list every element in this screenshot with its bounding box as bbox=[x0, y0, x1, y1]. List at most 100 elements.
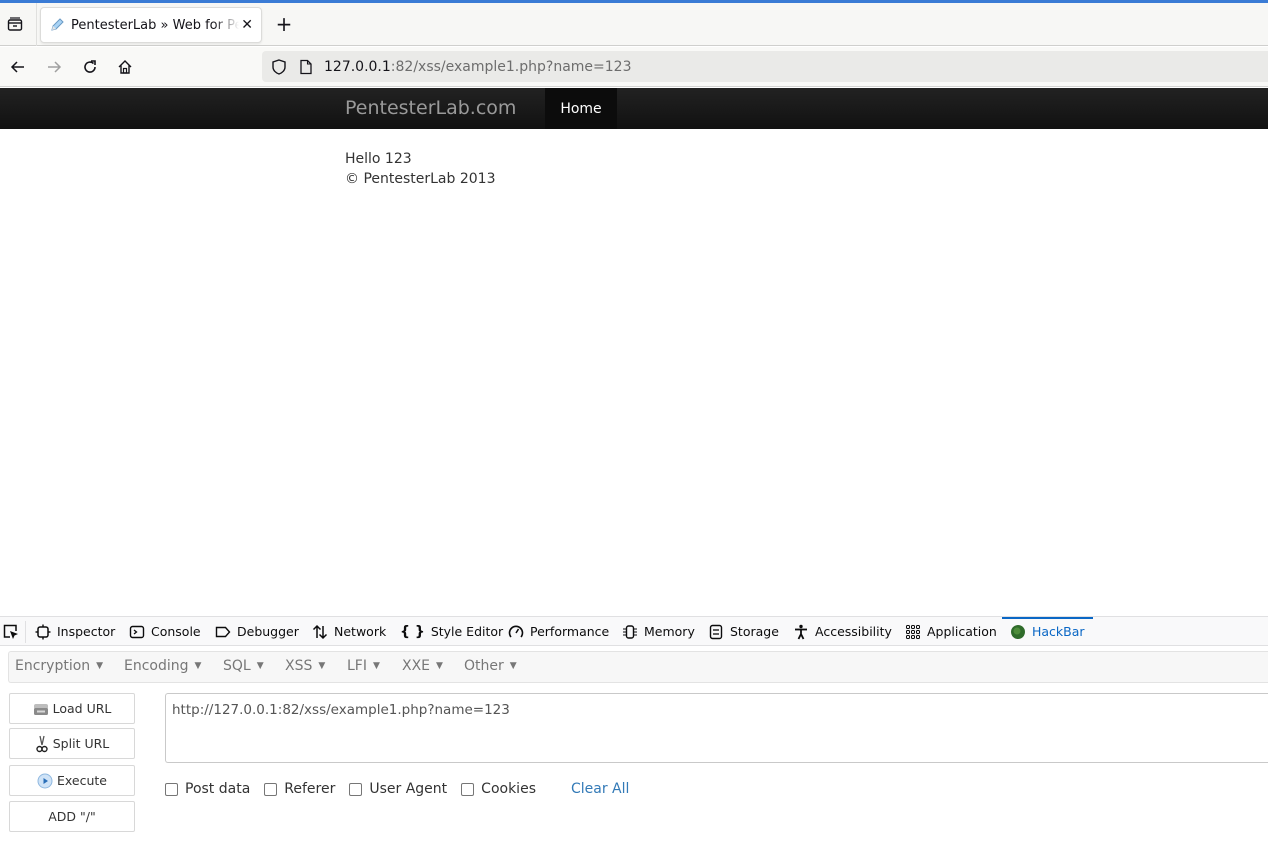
add-slash-button[interactable]: ADD "/" bbox=[9, 801, 135, 832]
cookies-checkbox[interactable]: Cookies bbox=[461, 781, 536, 797]
menu-encryption[interactable]: Encryption ▼ bbox=[15, 658, 103, 674]
element-picker-icon[interactable] bbox=[2, 623, 20, 641]
split-url-button[interactable]: Split URL bbox=[9, 728, 135, 759]
menu-lfi[interactable]: LFI ▼ bbox=[347, 658, 380, 674]
tab-inspector[interactable]: Inspector bbox=[35, 617, 115, 646]
close-icon[interactable]: ✕ bbox=[241, 17, 253, 33]
pencil-icon bbox=[51, 18, 64, 31]
menu-xss[interactable]: XSS ▼ bbox=[285, 658, 325, 674]
tab-debugger[interactable]: Debugger bbox=[215, 617, 299, 646]
user-agent-checkbox[interactable]: User Agent bbox=[349, 781, 447, 797]
button-label: Load URL bbox=[52, 701, 112, 716]
execute-button[interactable]: Execute bbox=[9, 765, 135, 796]
back-button[interactable] bbox=[7, 56, 29, 78]
url-bar[interactable]: 127.0.0.1:82/xss/example1.php?name=123 bbox=[262, 51, 1268, 82]
tab-network[interactable]: Network bbox=[312, 617, 386, 646]
reload-icon bbox=[84, 60, 96, 73]
site-navbar: PentesterLab.com Home bbox=[0, 88, 1268, 129]
application-icon bbox=[906, 624, 920, 639]
shield-icon[interactable] bbox=[270, 58, 288, 76]
arrow-right-icon bbox=[48, 61, 62, 73]
tab-label: Performance bbox=[530, 624, 610, 639]
forward-button[interactable] bbox=[43, 56, 65, 78]
button-label: ADD "/" bbox=[48, 809, 96, 824]
post-data-checkbox[interactable]: Post data bbox=[165, 781, 250, 797]
url-text[interactable]: 127.0.0.1:82/xss/example1.php?name=123 bbox=[324, 59, 631, 75]
new-tab-button[interactable]: + bbox=[274, 13, 294, 35]
scissors-icon bbox=[36, 735, 48, 752]
tab-label: Console bbox=[151, 624, 201, 639]
browser-tab[interactable]: PentesterLab » Web for Pentester ✕ bbox=[40, 7, 262, 43]
url-path: :82/xss/example1.php?name=123 bbox=[390, 58, 632, 75]
url-host: 127.0.0.1 bbox=[324, 58, 391, 75]
navigation-toolbar: 127.0.0.1:82/xss/example1.php?name=123 bbox=[0, 47, 1268, 87]
reload-button[interactable] bbox=[79, 56, 101, 78]
tab-application[interactable]: Application bbox=[905, 617, 997, 646]
menu-label: LFI bbox=[347, 658, 367, 674]
tab-list-button[interactable] bbox=[4, 13, 26, 35]
tab-memory[interactable]: Memory bbox=[622, 617, 695, 646]
arrow-left-icon bbox=[10, 61, 24, 73]
memory-icon bbox=[623, 624, 637, 639]
menu-label: Other bbox=[464, 658, 504, 674]
inspector-icon bbox=[35, 624, 51, 639]
site-brand[interactable]: PentesterLab.com bbox=[345, 97, 516, 119]
menu-xxe[interactable]: XXE ▼ bbox=[402, 658, 443, 674]
console-icon bbox=[129, 625, 145, 638]
menu-label: XSS bbox=[285, 658, 313, 674]
tab-label: Debugger bbox=[237, 624, 299, 639]
menu-label: SQL bbox=[223, 658, 251, 674]
devtools-toolbar: Inspector Console Debugger Network { } S… bbox=[0, 616, 1268, 646]
checkbox-box[interactable] bbox=[461, 782, 475, 796]
tab-label: Inspector bbox=[57, 624, 116, 639]
clear-all-link[interactable]: Clear All bbox=[571, 781, 629, 797]
caret-down-icon: ▼ bbox=[372, 661, 380, 671]
performance-icon bbox=[508, 625, 524, 638]
debugger-icon bbox=[215, 626, 231, 637]
tab-label: Network bbox=[334, 624, 387, 639]
caret-down-icon: ▼ bbox=[256, 661, 264, 671]
load-url-button[interactable]: Load URL bbox=[9, 693, 135, 724]
checkbox-box[interactable] bbox=[349, 782, 363, 796]
menu-other[interactable]: Other ▼ bbox=[464, 658, 517, 674]
menu-label: Encryption bbox=[15, 658, 91, 674]
button-label: Execute bbox=[57, 773, 107, 788]
menu-encoding[interactable]: Encoding ▼ bbox=[124, 658, 201, 674]
hackbar-menu: Encryption ▼ Encoding ▼ SQL ▼ XSS ▼ LFI ▼ XXE… bbox=[8, 651, 1268, 683]
menu-sql[interactable]: SQL ▼ bbox=[223, 658, 264, 674]
button-label: Split URL bbox=[52, 736, 110, 751]
checkbox-box[interactable] bbox=[264, 782, 278, 796]
menu-label: Encoding bbox=[124, 658, 189, 674]
request-options: Post data Referer User Agent Cookies Cle… bbox=[165, 779, 629, 799]
option-label: Cookies bbox=[481, 781, 536, 797]
tab-label: Memory bbox=[644, 624, 695, 639]
tab-performance[interactable]: Performance bbox=[508, 617, 609, 646]
caret-down-icon: ▼ bbox=[318, 661, 326, 671]
tab-accessibility[interactable]: Accessibility bbox=[793, 617, 892, 646]
home-button[interactable] bbox=[114, 56, 136, 78]
devtools-separator bbox=[25, 621, 26, 643]
tab-label: Application bbox=[927, 624, 997, 639]
page-content: Hello 123 © PentesterLab 2013 bbox=[345, 149, 495, 189]
caret-down-icon: ▼ bbox=[96, 661, 104, 671]
hackbar-icon bbox=[1011, 624, 1025, 639]
tab-style-editor[interactable]: { } Style Editor bbox=[400, 617, 503, 646]
tab-label: Accessibility bbox=[815, 624, 892, 639]
nav-home-link[interactable]: Home bbox=[545, 88, 617, 129]
tab-console[interactable]: Console bbox=[129, 617, 201, 646]
option-label: Referer bbox=[284, 781, 336, 797]
tab-storage[interactable]: Storage bbox=[708, 617, 779, 646]
url-textarea[interactable]: http://127.0.0.1:82/xss/example1.php?nam… bbox=[165, 693, 1268, 763]
tab-hackbar[interactable]: HackBar bbox=[1002, 617, 1093, 646]
checkbox-box[interactable] bbox=[165, 782, 178, 796]
referer-checkbox[interactable]: Referer bbox=[264, 781, 335, 797]
page-icon[interactable] bbox=[298, 59, 314, 75]
caret-down-icon: ▼ bbox=[194, 661, 202, 671]
caret-down-icon: ▼ bbox=[509, 661, 517, 671]
tab-label: Storage bbox=[730, 624, 779, 639]
play-icon bbox=[37, 773, 53, 788]
caret-down-icon: ▼ bbox=[436, 661, 443, 671]
home-icon bbox=[118, 60, 132, 74]
drive-icon bbox=[33, 703, 48, 715]
option-label: User Agent bbox=[369, 781, 448, 797]
